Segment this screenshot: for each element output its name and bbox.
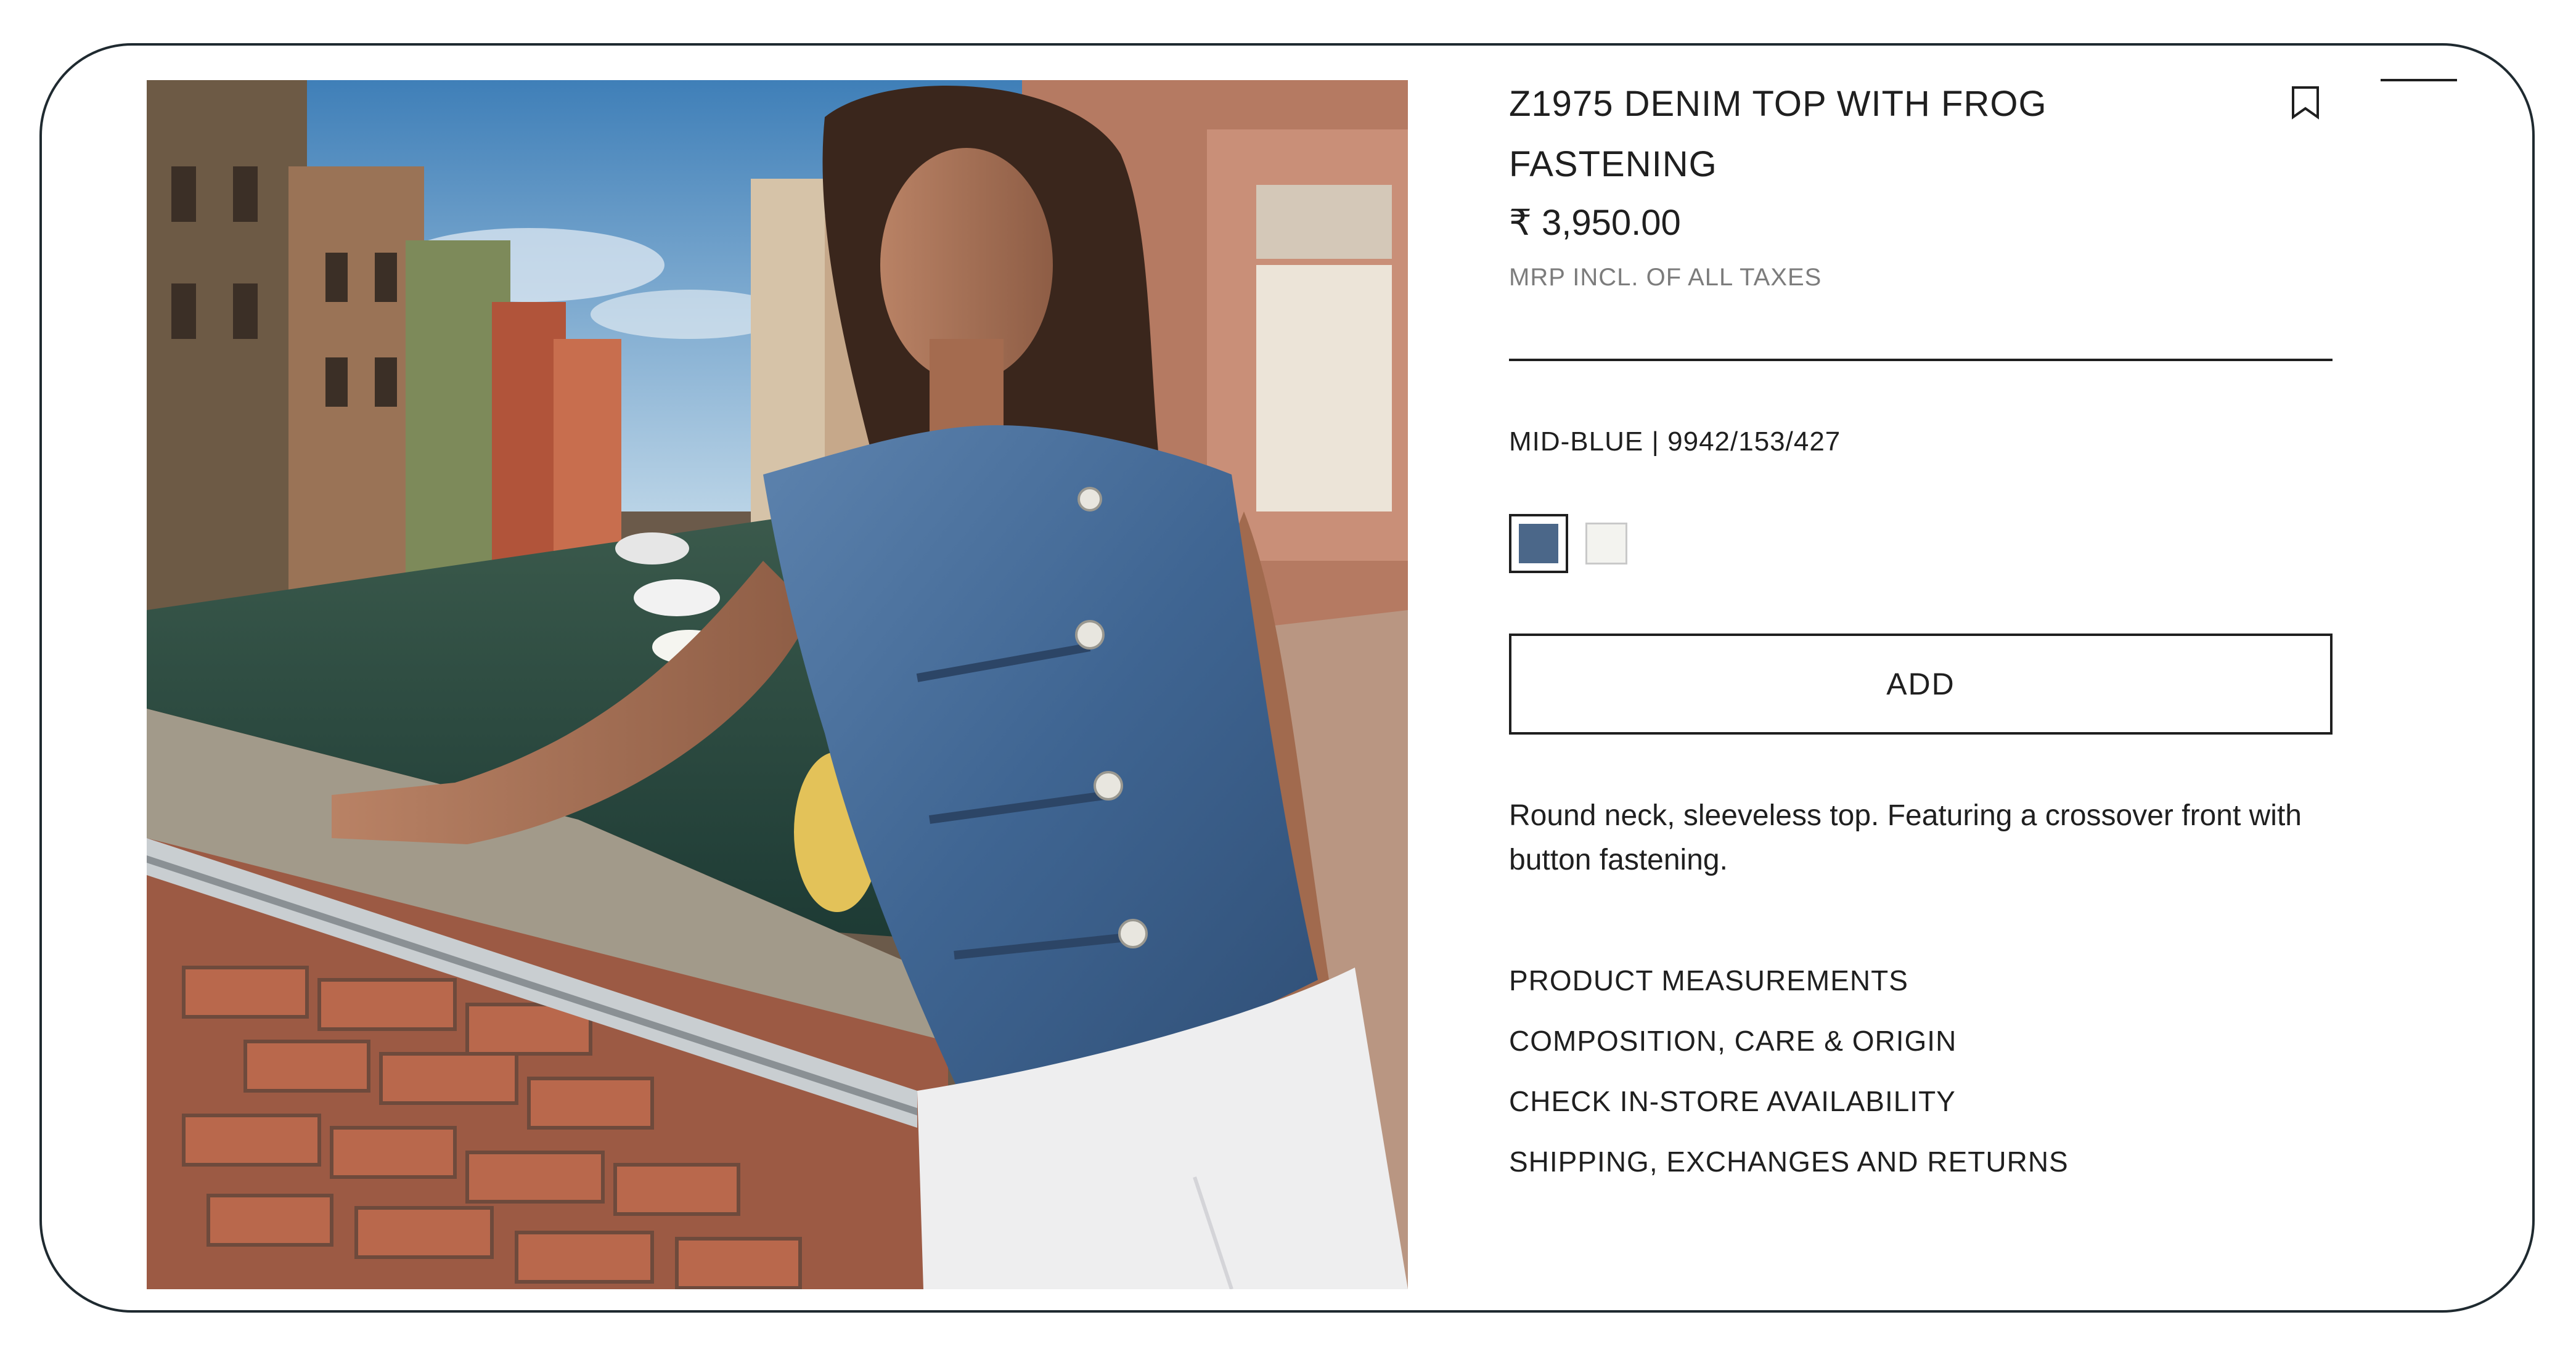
product-image[interactable] — [147, 80, 1408, 1289]
product-links: PRODUCT MEASUREMENTS COMPOSITION, CARE &… — [1509, 950, 2069, 1192]
product-title: Z1975 DENIM TOP WITH FROG FASTENING — [1509, 84, 2047, 184]
product-info-panel: Z1975 DENIM TOP WITH FROG FASTENING ₹ 3,… — [1509, 74, 2335, 1178]
link-composition-care-origin[interactable]: COMPOSITION, CARE & ORIGIN — [1509, 1011, 2069, 1071]
link-shipping-exchanges-returns[interactable]: SHIPPING, EXCHANGES AND RETURNS — [1509, 1131, 2069, 1192]
color-reference: MID-BLUE | 9942/153/427 — [1509, 426, 1841, 457]
product-description: Round neck, sleeveless top. Featuring a … — [1509, 799, 2302, 876]
swatch-white[interactable] — [1585, 523, 1627, 564]
link-product-measurements[interactable]: PRODUCT MEASUREMENTS — [1509, 950, 2069, 1011]
link-check-in-store-availability[interactable]: CHECK IN-STORE AVAILABILITY — [1509, 1071, 2069, 1131]
divider — [1509, 359, 2333, 361]
tax-note: MRP INCL. OF ALL TAXES — [1509, 264, 1822, 291]
swatch-mid-blue[interactable] — [1509, 514, 1568, 573]
bookmark-icon[interactable] — [2289, 85, 2321, 120]
swatch-mid-blue-fill — [1519, 524, 1558, 563]
add-to-bag-button[interactable]: ADD — [1509, 634, 2333, 735]
minimize-dash-icon[interactable] — [2381, 79, 2457, 81]
product-price: ₹ 3,950.00 — [1509, 203, 1681, 243]
color-swatches — [1509, 514, 1627, 573]
